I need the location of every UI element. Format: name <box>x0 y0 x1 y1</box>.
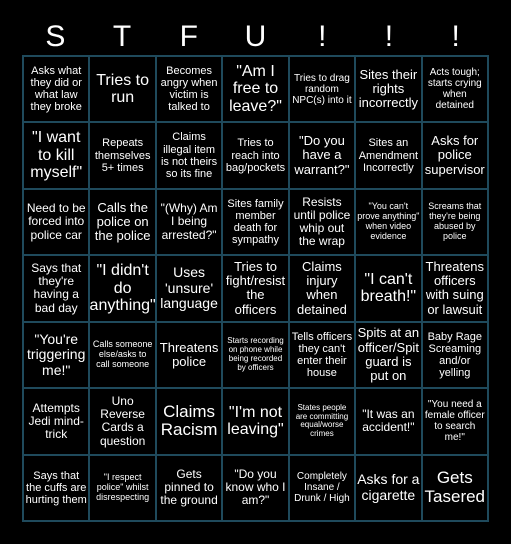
bingo-cell[interactable]: Sites an Amendment Incorrectly <box>355 122 422 189</box>
bingo-cell[interactable]: Sites their rights incorrectly <box>355 56 422 123</box>
bingo-cell[interactable]: "It was an accident!" <box>355 388 422 455</box>
bingo-grid: Asks what they did or what law they brok… <box>22 55 489 522</box>
bingo-cell[interactable]: Tries to run <box>89 56 156 123</box>
bingo-cell[interactable]: Becomes angry when victim is talked to <box>155 56 223 123</box>
bingo-cell[interactable]: Screams that they're being abused by pol… <box>421 188 488 256</box>
bingo-cell[interactable]: Spits at an officer/Spit guard is put on <box>355 321 422 389</box>
header-letter: ! <box>451 20 460 53</box>
bingo-cell[interactable]: Says that they're having a bad day <box>23 255 90 322</box>
bingo-cell[interactable]: States people are committing equal/worse… <box>288 388 356 455</box>
bingo-header: S T F U!!! <box>22 18 489 55</box>
bingo-cell[interactable]: Asks for a cigarette <box>355 454 422 521</box>
bingo-cell[interactable]: Sites family member death for sympathy <box>222 188 289 256</box>
bingo-cell[interactable]: "Am I free to leave?" <box>222 56 289 123</box>
header-letter: T <box>112 20 132 53</box>
bingo-cell[interactable]: Attempts Jedi mind-trick <box>23 388 90 455</box>
bingo-cell[interactable]: Need to be forced into police car <box>23 188 90 256</box>
bingo-cell[interactable]: Resists until police whip out the wrap <box>288 188 356 256</box>
bingo-cell[interactable]: "Do you have a warrant?" <box>288 122 356 189</box>
bingo-cell[interactable]: Tries to reach into bag/pockets <box>222 122 289 189</box>
bingo-cell[interactable]: Gets pinned to the ground <box>155 454 223 521</box>
bingo-cell[interactable]: "I didn't do anything" <box>89 255 156 322</box>
bingo-cell[interactable]: Tries to fight/resist the officers <box>222 255 289 322</box>
bingo-cell[interactable]: Tells officers they can't enter their ho… <box>288 321 356 389</box>
bingo-cell[interactable]: "I can't breath!" <box>355 255 422 322</box>
bingo-cell[interactable]: Threatens officers with suing or lawsuit <box>421 255 488 322</box>
bingo-cell[interactable]: "You're triggering me!" <box>23 321 90 389</box>
header-letter: U <box>244 20 267 53</box>
bingo-cell[interactable]: "(Why) Am I being arrested?" <box>155 188 223 256</box>
header-letter: ! <box>384 20 394 53</box>
bingo-cell[interactable]: Uno Reverse Cards a question <box>89 388 156 455</box>
header-letter: F <box>179 20 198 53</box>
bingo-cell[interactable]: Completely Insane / Drunk / High <box>288 454 356 521</box>
bingo-cell[interactable]: Uses 'unsure' language <box>155 255 223 322</box>
bingo-cell[interactable]: Tries to drag random NPC(s) into it <box>288 56 356 123</box>
bingo-cell[interactable]: Asks for police supervisor <box>421 122 488 189</box>
bingo-cell[interactable]: Claims Racism <box>155 388 223 455</box>
bingo-cell[interactable]: Claims injury when detained <box>288 255 356 322</box>
bingo-cell[interactable]: Asks what they did or what law they brok… <box>23 56 90 123</box>
bingo-cell[interactable]: "I respect police" whilst disrespecting <box>89 454 156 521</box>
bingo-cell[interactable]: Starts recording on phone while being re… <box>222 321 289 389</box>
bingo-cell[interactable]: Gets Tasered <box>421 454 488 521</box>
bingo-cell[interactable]: Acts tough; starts crying when detained <box>421 56 488 123</box>
bingo-cell[interactable]: Claims illegal item is not theirs so its… <box>155 122 223 189</box>
bingo-cell[interactable]: "I'm not leaving" <box>222 388 289 455</box>
bingo-cell[interactable]: Baby Rage Screaming and/or yelling <box>421 321 488 389</box>
bingo-cell[interactable]: Calls the police on the police <box>89 188 156 256</box>
bingo-cell[interactable]: "I want to kill myself" <box>23 122 90 189</box>
bingo-cell[interactable]: "You need a female officer to search me!… <box>421 388 488 455</box>
bingo-cell[interactable]: Threatens police <box>155 321 223 389</box>
header-letter: S <box>45 20 66 53</box>
bingo-cell[interactable]: Repeats themselves 5+ times <box>89 122 156 189</box>
bingo-cell[interactable]: Calls someone else/asks to call someone <box>89 321 156 389</box>
header-letter: ! <box>318 20 327 53</box>
bingo-cell[interactable]: Says that the cuffs are hurting them <box>23 454 90 521</box>
bingo-cell[interactable]: "Do you know who I am?" <box>222 454 289 521</box>
bingo-cell[interactable]: "You can't prove anything" when video ev… <box>355 188 422 256</box>
